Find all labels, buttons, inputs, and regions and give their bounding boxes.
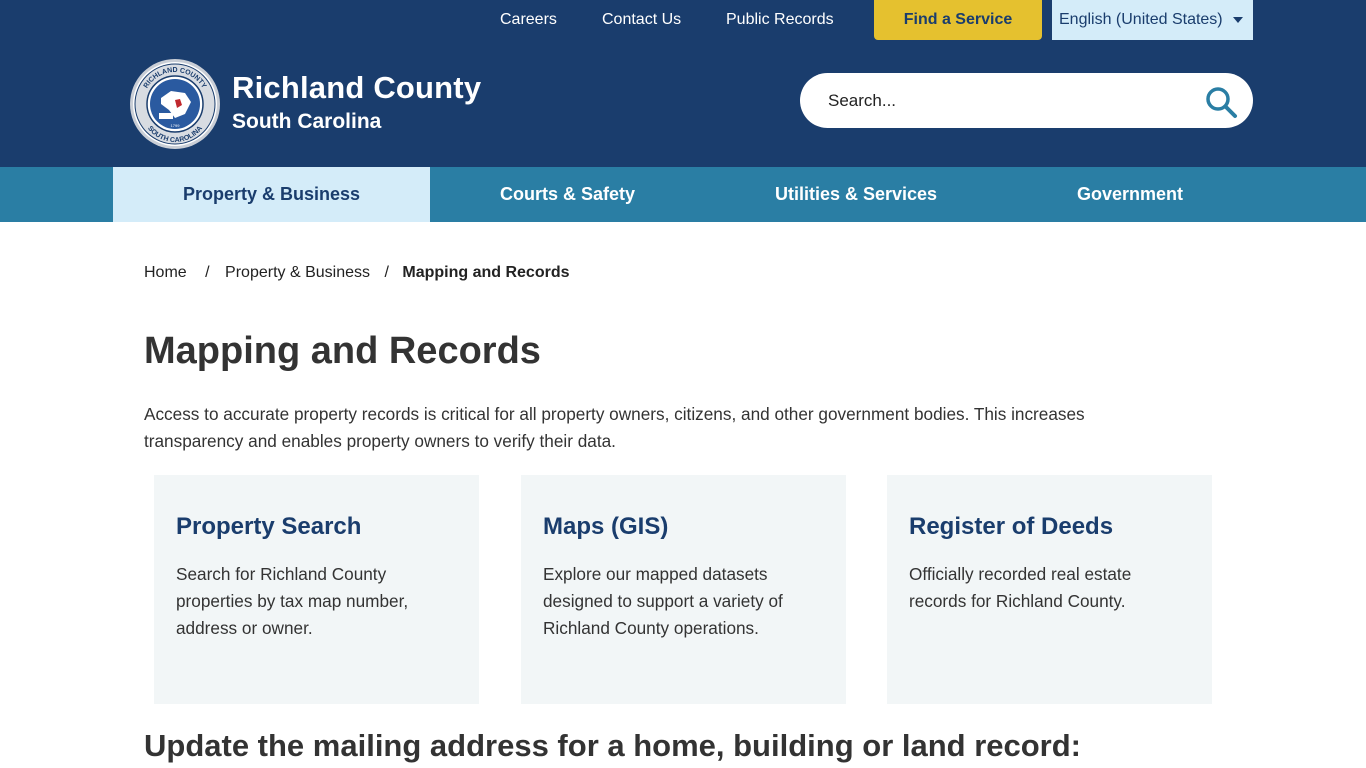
breadcrumb-parent[interactable]: Property & Business — [225, 264, 370, 282]
language-select[interactable]: English (United States) — [1052, 0, 1253, 40]
section-heading: Update the mailing address for a home, b… — [144, 728, 1082, 763]
site-subtitle: South Carolina — [232, 110, 382, 133]
seal-year: 1799 — [171, 123, 181, 128]
nav-utilities-services[interactable]: Utilities & Services — [705, 167, 1007, 222]
card-property-search[interactable]: Property Search Search for Richland Coun… — [154, 475, 479, 704]
card-title[interactable]: Property Search — [176, 513, 457, 541]
search-box — [800, 73, 1253, 128]
intro-text: Access to accurate property records is c… — [144, 404, 1085, 451]
main-navigation: Property & Business Courts & Safety Util… — [0, 167, 1366, 222]
page-title: Mapping and Records — [144, 330, 541, 372]
card-register-of-deeds[interactable]: Register of Deeds Officially recorded re… — [887, 475, 1212, 704]
nav-courts-safety[interactable]: Courts & Safety — [430, 167, 705, 222]
nav-government[interactable]: Government — [1007, 167, 1253, 222]
search-icon[interactable] — [1204, 85, 1238, 119]
find-a-service-button[interactable]: Find a Service — [874, 0, 1042, 40]
contact-us-link[interactable]: Contact Us — [602, 0, 681, 40]
public-records-link[interactable]: Public Records — [726, 0, 834, 40]
search-input[interactable] — [828, 73, 1188, 128]
card-title[interactable]: Register of Deeds — [909, 513, 1190, 541]
breadcrumb-current: Mapping and Records — [402, 264, 570, 281]
breadcrumb-separator: / — [384, 264, 389, 281]
nav-property-business[interactable]: Property & Business — [113, 167, 430, 222]
language-label: English (United States) — [1059, 11, 1223, 28]
card-maps-gis[interactable]: Maps (GIS) Explore our mapped datasets d… — [521, 475, 846, 704]
breadcrumb-home[interactable]: Home — [144, 264, 187, 282]
breadcrumb: Home / Property & Business / Mapping and… — [144, 264, 569, 282]
card-title[interactable]: Maps (GIS) — [543, 513, 824, 541]
careers-link[interactable]: Careers — [500, 0, 557, 40]
card-text: Explore our mapped datasets designed to … — [543, 564, 783, 638]
utility-bar: Careers Contact Us Public Records Find a… — [0, 0, 1366, 40]
card-text: Officially recorded real estate records … — [909, 564, 1132, 611]
county-seal-logo[interactable]: RICHLAND COUNTY SOUTH CAROLINA 1799 — [129, 58, 221, 150]
card-text: Search for Richland County properties by… — [176, 564, 409, 638]
site-header: RICHLAND COUNTY SOUTH CAROLINA 1799 Rich… — [0, 40, 1366, 167]
site-title[interactable]: Richland County — [232, 70, 481, 106]
chevron-down-icon — [1233, 17, 1243, 23]
breadcrumb-separator: / — [205, 264, 210, 281]
